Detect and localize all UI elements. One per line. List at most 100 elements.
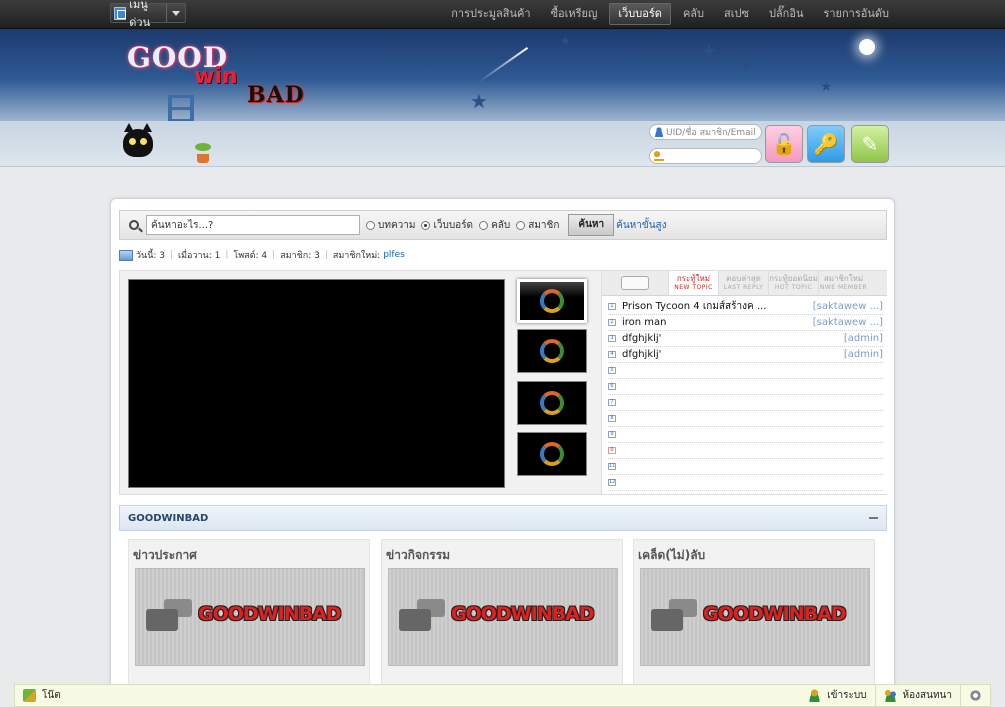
topic-author[interactable]: [saktawew ...] — [813, 301, 883, 312]
list-item: 8 — [608, 411, 883, 427]
topic-author[interactable]: [saktawew ...] — [813, 317, 883, 328]
chat-bubbles-icon — [651, 599, 697, 639]
chat-bubbles-icon — [399, 599, 445, 639]
tab-new-member[interactable]: สมาชิกใหม่ NWE MEMBER — [818, 271, 868, 295]
video-thumbnail[interactable] — [517, 381, 587, 425]
forum-image[interactable]: GOODWINBAD — [388, 568, 618, 666]
video-thumbnail[interactable] — [517, 279, 587, 323]
list-item[interactable]: 4 dfghjklj' [admin] — [608, 347, 883, 363]
loading-spinner-icon — [540, 289, 564, 313]
toolbar-notes[interactable]: โน๊ต — [15, 685, 69, 706]
search-option-member[interactable]: สมาชิก — [516, 218, 559, 233]
forum-image[interactable]: GOODWINBAD — [135, 568, 365, 666]
star-icon: ★ — [740, 59, 753, 75]
toolbar-login[interactable]: เข้าระบบ — [800, 685, 874, 706]
new-member-link[interactable]: plfes — [383, 250, 405, 260]
register-button[interactable]: ✎ — [851, 125, 889, 163]
login-button[interactable]: 🔓 — [765, 125, 803, 163]
chat-bubbles-icon — [146, 599, 192, 639]
search-option-article[interactable]: บทความ — [366, 218, 415, 233]
nav-auction[interactable]: การประมูลสินค้า — [443, 3, 538, 25]
search-button[interactable]: ค้นหา — [568, 214, 615, 236]
main-panel: บทความ เว็บบอร์ด คลับ สมาชิก ค้นหา ค้นหา… — [110, 198, 895, 707]
tab-last-reply[interactable]: ตอบล่าสุด LAST REPLY — [718, 271, 768, 295]
video-thumbnail[interactable] — [517, 432, 587, 476]
forum-card-announcements[interactable]: ข่าวประกาศ GOODWINBAD — [128, 539, 370, 689]
nav-buy-coins[interactable]: ซื้อเหรียญ — [543, 3, 606, 25]
list-item[interactable]: 3 dfghjklj' [admin] — [608, 331, 883, 347]
password-field[interactable] — [649, 148, 762, 164]
topic-title[interactable]: iron man — [622, 317, 813, 328]
list-item: 11 — [608, 459, 883, 475]
video-player[interactable] — [128, 279, 505, 488]
search-option-club[interactable]: คลับ — [479, 218, 510, 233]
category-title[interactable]: GOODWINBAD — [128, 513, 208, 524]
loading-spinner-icon — [540, 442, 564, 466]
list-item[interactable]: 2 iron man [saktawew ...] — [608, 315, 883, 331]
radio-icon — [366, 220, 375, 230]
site-logo[interactable]: GOOD win BAD — [127, 41, 317, 111]
radio-icon — [479, 220, 489, 230]
search-bar: บทความ เว็บบอร์ด คลับ สมาชิก ค้นหา ค้นหา… — [119, 210, 887, 240]
forum-card-activities[interactable]: ข่าวกิจกรรม GOODWINBAD — [381, 539, 623, 689]
nav-webboard[interactable]: เว็บบอร์ด — [609, 3, 671, 25]
collapse-icon[interactable] — [869, 517, 878, 519]
forgot-password-button[interactable]: 🔑 — [807, 125, 845, 163]
username-field[interactable]: UID/ชื่อ สมาชิก/Email — [649, 124, 762, 140]
topic-title[interactable]: dfghjklj' — [622, 333, 844, 344]
tab-hot-topic[interactable]: กระทู้ยอดนิยม HOT TOPIC — [768, 271, 818, 295]
topic-author[interactable]: [admin] — [844, 333, 883, 344]
user-icon — [654, 127, 664, 137]
star-icon: ★ — [470, 89, 488, 113]
users-icon — [883, 689, 897, 702]
forum-title[interactable]: เคล็ด(ไม่)ลับ — [638, 546, 705, 565]
nav-space[interactable]: สเปซ — [716, 3, 757, 25]
quick-menu-icon — [114, 6, 127, 20]
speech-bubble-icon — [602, 271, 668, 295]
key-icon — [654, 151, 664, 161]
star-icon: ★ — [420, 49, 438, 73]
stat-new-member-label: สมาชิกใหม่: — [332, 251, 381, 261]
ladder-decoration — [168, 95, 194, 121]
quick-menu-button[interactable]: เมนูด่วน — [110, 0, 186, 29]
stat-yesterday: เมื่อวาน: 1 — [178, 251, 221, 261]
search-input[interactable] — [146, 215, 360, 235]
toolbar-chat-room[interactable]: ห้องสนทนา — [874, 685, 960, 706]
header-banner: ★ ★ ★ ★ ★ ★ GOOD win BAD — [0, 29, 1005, 121]
chevron-down-icon — [172, 10, 180, 16]
topic-title[interactable]: Prison Tycoon 4 เกมส์สร้างค ... — [622, 299, 813, 314]
lock-icon: 🔓 — [771, 132, 797, 156]
recent-topic-list: 1 Prison Tycoon 4 เกมส์สร้างค ... [saktawe… — [602, 296, 887, 491]
loading-spinner-icon — [540, 391, 564, 415]
list-item[interactable]: 1 Prison Tycoon 4 เกมส์สร้างค ... [saktawe… — [608, 299, 883, 315]
radio-selected-icon — [421, 220, 431, 230]
forum-title[interactable]: ข่าวกิจกรรม — [386, 546, 450, 565]
forum-card-tips[interactable]: เคล็ด(ไม่)ลับ GOODWINBAD — [633, 539, 875, 689]
tools-icon — [23, 689, 36, 702]
login-form: UID/ชื่อ สมาชิก/Email — [649, 124, 762, 172]
forum-title[interactable]: ข่าวประกาศ — [133, 546, 197, 565]
nav-ranking[interactable]: รายการอันดับ — [815, 3, 897, 25]
cat-mascot — [123, 123, 153, 157]
moon — [859, 39, 875, 55]
key-icon: 🔑 — [813, 132, 839, 156]
recent-tabs: กระทู้ใหม่ NEW TOPIC ตอบล่าสุด LAST REPL… — [602, 271, 887, 296]
loading-spinner-icon — [540, 339, 564, 363]
search-option-webboard[interactable]: เว็บบอร์ด — [421, 218, 473, 233]
toolbar-settings[interactable] — [960, 685, 990, 706]
topic-author[interactable]: [admin] — [844, 349, 883, 360]
video-thumbnail[interactable] — [517, 329, 587, 373]
topic-title[interactable]: dfghjklj' — [622, 349, 844, 360]
advanced-search-link[interactable]: ค้นหาขั้นสูง — [616, 218, 666, 233]
list-item: 12 — [608, 475, 883, 491]
nav-club[interactable]: คลับ — [675, 3, 712, 25]
category-header: GOODWINBAD — [119, 505, 887, 531]
recent-topics-panel: กระทู้ใหม่ NEW TOPIC ตอบล่าสุด LAST REPL… — [601, 271, 887, 494]
quick-menu-label: เมนูด่วน — [129, 0, 151, 29]
top-bar: เมนูด่วน การประมูลสินค้า ซื้อเหรียญ เว็บ… — [0, 0, 1005, 29]
forum-image[interactable]: GOODWINBAD — [640, 568, 870, 666]
nav-plugin[interactable]: ปลั๊กอิน — [761, 3, 812, 25]
media-section: กระทู้ใหม่ NEW TOPIC ตอบล่าสุด LAST REPL… — [119, 270, 887, 495]
board-stats: วันนี้: 3 | เมื่อวาน: 1 | โพสต์: 4 | สมา… — [119, 248, 405, 262]
tab-new-topic[interactable]: กระทู้ใหม่ NEW TOPIC — [668, 271, 718, 295]
